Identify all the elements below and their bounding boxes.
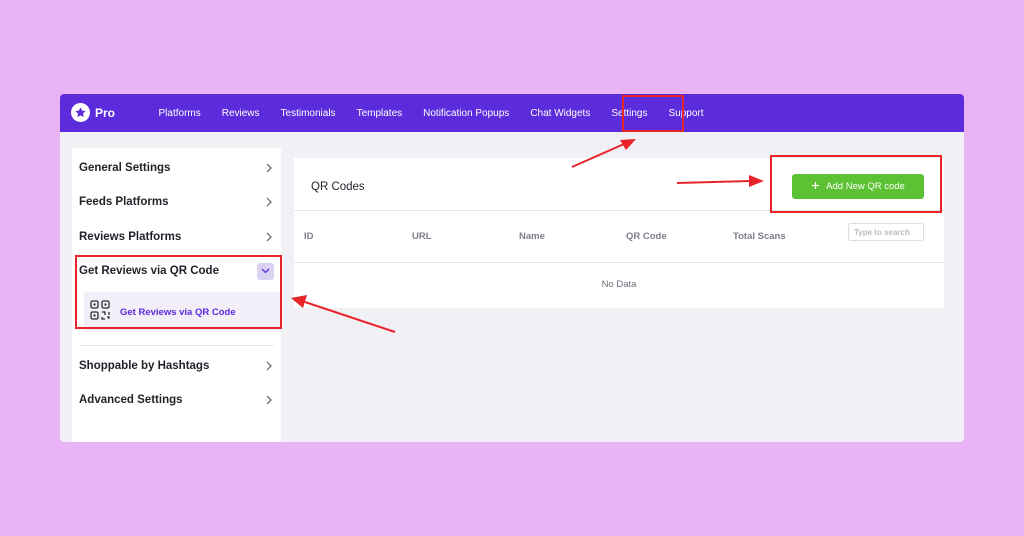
- chevron-right-icon: [264, 361, 274, 371]
- nav-notification-popups[interactable]: Notification Popups: [413, 108, 520, 119]
- nav-reviews[interactable]: Reviews: [211, 108, 270, 119]
- column-header-url[interactable]: URL: [412, 231, 432, 242]
- chevron-right-icon: [264, 232, 274, 242]
- table-header-divider: [294, 262, 944, 263]
- sidebar-item-reviews-platforms[interactable]: Reviews Platforms: [72, 220, 281, 254]
- sidebar-divider: [79, 345, 274, 346]
- sidebar-item-advanced-settings[interactable]: Advanced Settings: [72, 383, 281, 417]
- column-header-name[interactable]: Name: [519, 231, 545, 242]
- qr-menu-highlight-box: [75, 255, 282, 329]
- app-logo[interactable]: Pro: [71, 103, 115, 122]
- sidebar-item-label: Shoppable by Hashtags: [79, 360, 210, 372]
- page-title: QR Codes: [311, 181, 365, 193]
- table-search-input[interactable]: [848, 223, 924, 241]
- sidebar-item-label: Advanced Settings: [79, 394, 183, 406]
- top-nav-bar: Pro Platforms Reviews Testimonials Templ…: [60, 94, 964, 132]
- chevron-right-icon: [264, 163, 274, 173]
- sidebar-item-shoppable-hashtags[interactable]: Shoppable by Hashtags: [72, 349, 281, 383]
- sidebar-item-label: Reviews Platforms: [79, 231, 182, 243]
- nav-templates[interactable]: Templates: [346, 108, 413, 119]
- sidebar-item-feeds-platforms[interactable]: Feeds Platforms: [72, 185, 281, 219]
- sidebar-item-general-settings[interactable]: General Settings: [72, 151, 281, 185]
- column-header-id[interactable]: ID: [304, 231, 314, 242]
- add-button-highlight-box: [770, 155, 942, 213]
- nav-testimonials[interactable]: Testimonials: [270, 108, 346, 119]
- sidebar-item-label: General Settings: [79, 162, 171, 174]
- star-chat-logo-icon: [71, 103, 90, 122]
- column-header-total-scans[interactable]: Total Scans: [733, 231, 786, 242]
- settings-highlight-box: [622, 95, 684, 132]
- chevron-right-icon: [264, 395, 274, 405]
- logo-text: Pro: [95, 105, 116, 120]
- sidebar-item-label: Feeds Platforms: [79, 196, 169, 208]
- nav-platforms[interactable]: Platforms: [148, 108, 211, 119]
- chevron-right-icon: [264, 197, 274, 207]
- column-header-qr-code[interactable]: QR Code: [626, 231, 667, 242]
- empty-state-text: No Data: [601, 279, 637, 290]
- nav-chat-widgets[interactable]: Chat Widgets: [520, 108, 601, 119]
